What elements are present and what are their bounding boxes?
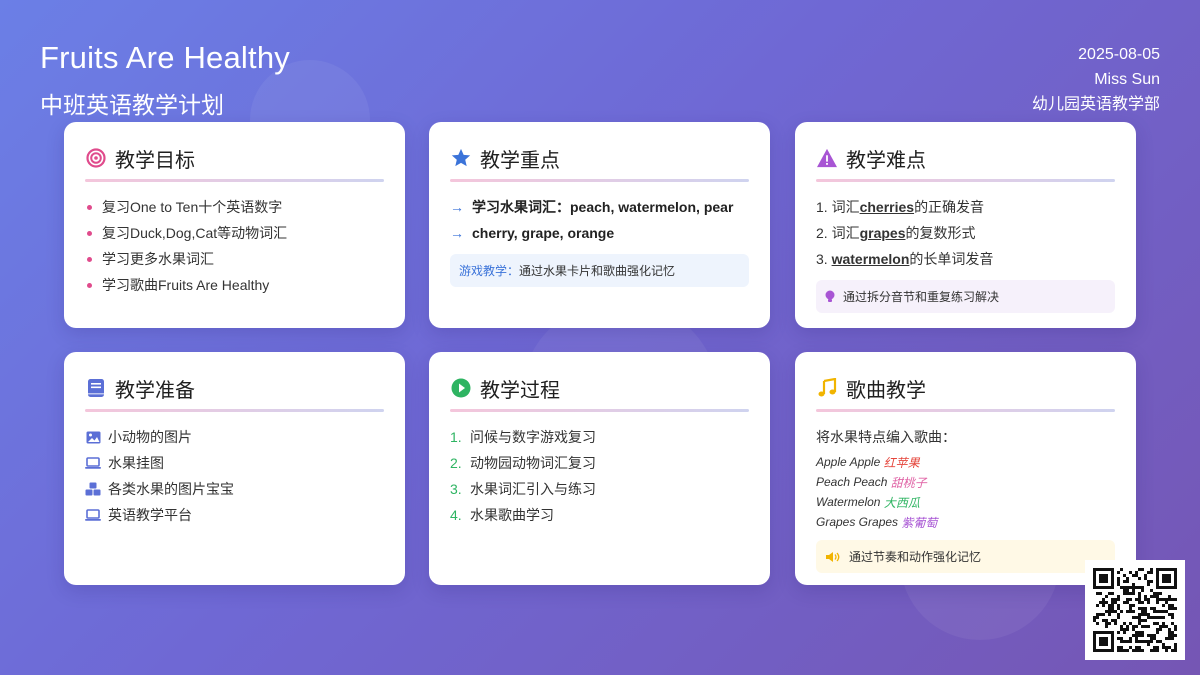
note-label: 游戏教学： bbox=[459, 264, 520, 278]
list-item: 复习One to Ten十个英语数字 bbox=[85, 194, 384, 220]
book-icon bbox=[85, 377, 107, 399]
keypoints-title: 教学重点 bbox=[480, 149, 560, 172]
difficulties-title: 教学难点 bbox=[846, 149, 926, 172]
song-intro: 将水果特点编入歌曲： bbox=[816, 429, 956, 445]
play-icon bbox=[450, 377, 472, 399]
song-line: Grapes Grapes 紫葡萄 bbox=[816, 515, 938, 530]
process-card: 教学过程 1. 问候与数字游戏复习 2. 动物园动物词汇复习 3. 水果词汇引入与练习… bbox=[429, 352, 770, 585]
page-title: Fruits Are Healthy bbox=[40, 40, 290, 75]
warning-icon bbox=[816, 147, 838, 169]
difficulties-note: 通过拆分音节和重复练习解决 bbox=[816, 280, 1115, 313]
divider bbox=[85, 409, 384, 412]
qr-code bbox=[1085, 560, 1185, 660]
keypoints-card: 教学重点 → 学习水果词汇：peach, watermelon, pear → ch… bbox=[429, 122, 770, 328]
song-line: Apple Apple 红苹果 bbox=[816, 455, 920, 470]
preparation-card: 教学准备 小动物的图片 水果挂图 各类水果的图片宝宝 英语教学平台 bbox=[64, 352, 405, 585]
list-item: 水果挂图 bbox=[85, 450, 384, 476]
list-item: 复习Duck,Dog,Cat等动物词汇 bbox=[85, 220, 384, 246]
list-item: 2. 动物园动物词汇复习 bbox=[450, 455, 596, 471]
note-text: 通过拆分音节和重复练习解决 bbox=[843, 290, 1000, 304]
list-item: 小动物的图片 bbox=[85, 424, 384, 450]
list-item: → cherry, grape, orange bbox=[450, 225, 615, 241]
goals-title: 教学目标 bbox=[115, 149, 195, 172]
laptop-icon bbox=[85, 507, 101, 523]
divider bbox=[450, 409, 749, 412]
music-icon bbox=[816, 377, 838, 399]
teacher-text: Miss Sun bbox=[1094, 71, 1160, 88]
list-item: → 学习水果词汇：peach, watermelon, pear bbox=[450, 199, 734, 215]
divider bbox=[85, 179, 384, 182]
goals-card: 教学目标 复习One to Ten十个英语数字 复习Duck,Dog,Cat等动… bbox=[64, 122, 405, 328]
list-item: 3. 水果词汇引入与练习 bbox=[450, 481, 596, 497]
song-title: 歌曲教学 bbox=[846, 379, 926, 402]
divider bbox=[450, 179, 749, 182]
song-line: Peach Peach 甜桃子 bbox=[816, 475, 927, 490]
department-text: 幼儿园英语教学部 bbox=[1031, 96, 1160, 113]
note-text: 通过水果卡片和歌曲强化记忆 bbox=[519, 264, 676, 278]
arrow-right-icon: → bbox=[450, 225, 464, 241]
song-note: 通过节奏和动作强化记忆 bbox=[816, 540, 1115, 573]
list-item: 2. 词汇 grapes 的复数形式 bbox=[816, 225, 976, 241]
list-item: 4. 水果歌曲学习 bbox=[450, 507, 554, 523]
laptop-icon bbox=[85, 455, 101, 471]
image-icon bbox=[85, 429, 101, 445]
divider bbox=[816, 409, 1115, 412]
list-item: 1. 问候与数字游戏复习 bbox=[450, 429, 596, 445]
difficulties-card: 教学难点 1. 词汇 cherries 的正确发音 2. 词汇 grapes 的复数形式… bbox=[795, 122, 1136, 328]
process-title: 教学过程 bbox=[480, 379, 560, 402]
page-subtitle: 中班英语教学计划 bbox=[40, 92, 224, 118]
header: Fruits Are Healthy 中班英语教学计划 bbox=[40, 40, 290, 120]
header-meta: 2025-08-05 Miss Sun 幼儿园英语教学部 bbox=[1032, 42, 1160, 117]
song-line: Watermelon 大西瓜 bbox=[816, 495, 920, 510]
date-text: 2025-08-05 bbox=[1078, 46, 1160, 63]
list-item: 各类水果的图片宝宝 bbox=[85, 476, 384, 502]
list-item: 英语教学平台 bbox=[85, 502, 384, 528]
cubes-icon bbox=[85, 481, 101, 497]
lightbulb-icon bbox=[825, 290, 835, 303]
list-item: 学习更多水果词汇 bbox=[85, 246, 384, 272]
song-card: 歌曲教学 将水果特点编入歌曲： Apple Apple 红苹果 Peach Pe… bbox=[795, 352, 1136, 585]
list-item: 学习歌曲Fruits Are Healthy bbox=[85, 272, 384, 298]
list-item: 1. 词汇 cherries 的正确发音 bbox=[816, 199, 985, 215]
target-icon bbox=[85, 147, 107, 169]
arrow-right-icon: → bbox=[450, 199, 464, 215]
star-icon bbox=[450, 147, 472, 169]
note-text: 通过节奏和动作强化记忆 bbox=[849, 550, 982, 564]
divider bbox=[816, 179, 1115, 182]
keypoints-note: 游戏教学： 通过水果卡片和歌曲强化记忆 bbox=[450, 254, 749, 287]
speaker-icon bbox=[825, 551, 841, 563]
list-item: 3. watermelon 的长单词发音 bbox=[816, 251, 994, 267]
preparation-title: 教学准备 bbox=[115, 379, 195, 402]
